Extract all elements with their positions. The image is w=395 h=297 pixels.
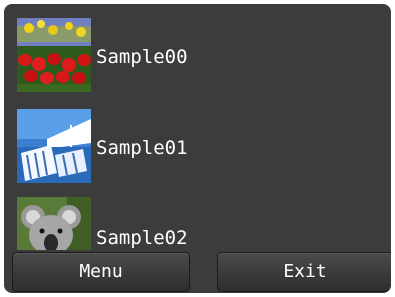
device-screen: Sample00 Sample01 Sample02 Menu Exit: [4, 4, 391, 293]
item-label: Sample02: [96, 227, 188, 249]
list-item-sample01[interactable]: Sample01: [4, 109, 391, 185]
softkey-bar: Menu Exit: [4, 250, 391, 293]
thumbnail-koala: [17, 197, 91, 250]
thumbnail-beach-chairs: [17, 109, 91, 183]
item-label: Sample01: [96, 137, 188, 159]
list-item-sample00[interactable]: Sample00: [4, 18, 391, 94]
list-item-sample02[interactable]: Sample02: [4, 197, 391, 250]
exit-button[interactable]: Exit: [217, 252, 391, 292]
thumbnail-tulips: [17, 18, 91, 92]
menu-button[interactable]: Menu: [12, 252, 190, 292]
item-label: Sample00: [96, 46, 188, 68]
file-list: Sample00 Sample01 Sample02: [4, 4, 391, 250]
